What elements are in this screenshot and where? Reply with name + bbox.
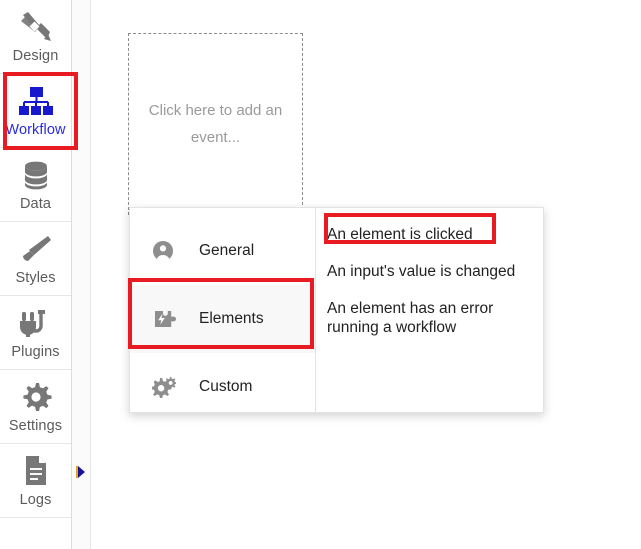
sidebar-item-label: Logs — [19, 492, 52, 508]
event-category-list: General Elements Custom — [130, 208, 316, 412]
app-root: Design Workflow Data Styles Plugins Sett… — [0, 0, 641, 549]
design-tools-icon — [19, 9, 53, 43]
menu-category-label: General — [199, 242, 255, 259]
person-circle-icon — [152, 240, 178, 262]
panel-gutter — [72, 0, 91, 549]
menu-category-custom[interactable]: Custom — [130, 353, 315, 421]
menu-category-elements[interactable]: Elements — [130, 285, 315, 353]
event-option-element-error[interactable]: An element has an error running a workfl… — [325, 296, 520, 340]
menu-category-general[interactable]: General — [130, 217, 315, 285]
sidebar-item-label: Styles — [15, 270, 56, 286]
workflow-canvas: Click here to add an event... General El… — [91, 0, 641, 549]
puzzle-bolt-icon — [152, 308, 178, 330]
sidebar-item-styles[interactable]: Styles — [0, 222, 71, 296]
sidebar-item-label: Settings — [8, 418, 63, 434]
event-option-input-changed[interactable]: An input's value is changed — [325, 259, 520, 284]
document-lines-icon — [22, 453, 50, 487]
event-option-list: An element is clicked An input's value i… — [316, 208, 543, 412]
gear-icon — [20, 379, 52, 413]
event-picker-menu: General Elements Custom An element is cl… — [129, 207, 544, 413]
sidebar-item-label: Design — [12, 48, 59, 64]
sidebar-item-design[interactable]: Design — [0, 0, 71, 74]
sidebar-item-settings[interactable]: Settings — [0, 370, 71, 444]
event-option-element-clicked[interactable]: An element is clicked — [325, 222, 520, 247]
add-event-placeholder-label: Click here to add an event... — [148, 102, 283, 146]
add-event-placeholder[interactable]: Click here to add an event... — [128, 33, 303, 215]
sidebar-item-logs[interactable]: Logs — [0, 444, 71, 518]
menu-category-label: Elements — [199, 310, 264, 327]
sidebar-item-overflow — [0, 518, 71, 549]
gears-icon — [152, 376, 178, 398]
database-icon — [20, 157, 52, 191]
workflow-tree-icon — [17, 83, 55, 117]
left-sidebar: Design Workflow Data Styles Plugins Sett… — [0, 0, 72, 549]
plug-icon — [19, 305, 53, 339]
paintbrush-icon — [19, 231, 53, 265]
sidebar-item-workflow[interactable]: Workflow — [0, 74, 71, 148]
sidebar-item-plugins[interactable]: Plugins — [0, 296, 71, 370]
sidebar-item-data[interactable]: Data — [0, 148, 71, 222]
collapse-panel-arrow-icon[interactable] — [76, 466, 85, 478]
sidebar-item-label: Plugins — [11, 344, 60, 360]
sidebar-item-label: Workflow — [5, 122, 66, 138]
sidebar-item-label: Data — [19, 196, 52, 212]
menu-category-label: Custom — [199, 378, 253, 395]
